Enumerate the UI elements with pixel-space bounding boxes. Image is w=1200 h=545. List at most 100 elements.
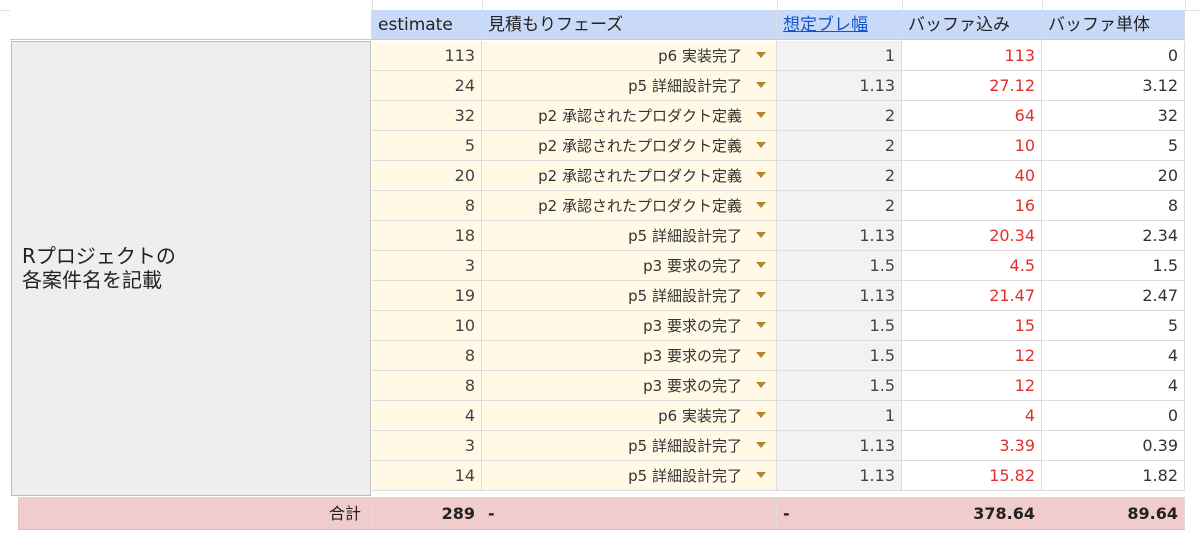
estimate-cell[interactable]: 14 — [372, 461, 482, 491]
buffer-only-cell[interactable]: 1.82 — [1042, 461, 1185, 491]
header-estimate[interactable]: estimate — [372, 10, 482, 40]
dropdown-arrow-icon[interactable] — [756, 51, 766, 58]
header-variance[interactable]: 想定ブレ幅 — [777, 10, 902, 40]
phase-cell[interactable]: p2 承認されたプロダクト定義 — [482, 101, 777, 131]
estimate-cell[interactable]: 24 — [372, 71, 482, 101]
buffered-cell[interactable]: 27.12 — [902, 71, 1042, 101]
variance-cell[interactable]: 1.13 — [777, 461, 902, 491]
estimate-cell[interactable]: 32 — [372, 101, 482, 131]
variance-cell[interactable]: 2 — [777, 131, 902, 161]
phase-cell[interactable]: p5 詳細設計完了 — [482, 431, 777, 461]
estimate-cell[interactable]: 5 — [372, 131, 482, 161]
buffer-only-cell[interactable]: 0.39 — [1042, 431, 1185, 461]
variance-cell[interactable]: 1.5 — [777, 311, 902, 341]
header-blank-cell[interactable] — [10, 10, 372, 40]
dropdown-arrow-icon[interactable] — [756, 171, 766, 178]
estimate-cell[interactable]: 4 — [372, 401, 482, 431]
total-phase[interactable]: - — [482, 497, 777, 530]
total-estimate[interactable]: 289 — [372, 497, 482, 530]
phase-cell[interactable]: p3 要求の完了 — [482, 311, 777, 341]
dropdown-arrow-icon[interactable] — [756, 231, 766, 238]
buffer-only-cell[interactable]: 3.12 — [1042, 71, 1185, 101]
buffered-cell[interactable]: 64 — [902, 101, 1042, 131]
variance-link[interactable]: 想定ブレ幅 — [783, 15, 868, 35]
buffer-only-cell[interactable]: 2.47 — [1042, 281, 1185, 311]
buffered-cell[interactable]: 10 — [902, 131, 1042, 161]
dropdown-arrow-icon[interactable] — [756, 351, 766, 358]
phase-cell[interactable]: p5 詳細設計完了 — [482, 281, 777, 311]
dropdown-arrow-icon[interactable] — [756, 321, 766, 328]
variance-cell[interactable]: 1.13 — [777, 281, 902, 311]
estimate-cell[interactable]: 10 — [372, 311, 482, 341]
phase-cell[interactable]: p3 要求の完了 — [482, 371, 777, 401]
buffered-cell[interactable]: 15.82 — [902, 461, 1042, 491]
buffer-only-cell[interactable]: 2.34 — [1042, 221, 1185, 251]
dropdown-arrow-icon[interactable] — [756, 411, 766, 418]
buffered-cell[interactable]: 20.34 — [902, 221, 1042, 251]
phase-cell[interactable]: p2 承認されたプロダクト定義 — [482, 161, 777, 191]
total-label[interactable]: 合計 — [18, 497, 372, 530]
buffered-cell[interactable]: 113 — [902, 41, 1042, 71]
phase-cell[interactable]: p5 詳細設計完了 — [482, 461, 777, 491]
estimate-cell[interactable]: 8 — [372, 191, 482, 221]
buffered-cell[interactable]: 12 — [902, 341, 1042, 371]
buffer-only-cell[interactable]: 0 — [1042, 401, 1185, 431]
variance-cell[interactable]: 2 — [777, 101, 902, 131]
header-buffered[interactable]: バッファ込み — [902, 10, 1042, 40]
phase-cell[interactable]: p3 要求の完了 — [482, 251, 777, 281]
variance-cell[interactable]: 1.13 — [777, 431, 902, 461]
buffer-only-cell[interactable]: 1.5 — [1042, 251, 1185, 281]
buffer-only-cell[interactable]: 5 — [1042, 131, 1185, 161]
buffered-cell[interactable]: 21.47 — [902, 281, 1042, 311]
estimate-cell[interactable]: 8 — [372, 341, 482, 371]
phase-cell[interactable]: p6 実装完了 — [482, 41, 777, 71]
dropdown-arrow-icon[interactable] — [756, 111, 766, 118]
dropdown-arrow-icon[interactable] — [756, 201, 766, 208]
buffer-only-cell[interactable]: 32 — [1042, 101, 1185, 131]
phase-cell[interactable]: p5 詳細設計完了 — [482, 71, 777, 101]
merged-project-cell[interactable]: Rプロジェクトの 各案件名を記載 — [11, 41, 371, 496]
estimate-cell[interactable]: 8 — [372, 371, 482, 401]
buffered-cell[interactable]: 40 — [902, 161, 1042, 191]
buffered-cell[interactable]: 16 — [902, 191, 1042, 221]
estimate-cell[interactable]: 19 — [372, 281, 482, 311]
variance-cell[interactable]: 1.13 — [777, 71, 902, 101]
variance-cell[interactable]: 1 — [777, 401, 902, 431]
variance-cell[interactable]: 1 — [777, 41, 902, 71]
total-buffer-only[interactable]: 89.64 — [1042, 497, 1185, 530]
phase-cell[interactable]: p3 要求の完了 — [482, 341, 777, 371]
phase-cell[interactable]: p6 実装完了 — [482, 401, 777, 431]
buffered-cell[interactable]: 12 — [902, 371, 1042, 401]
dropdown-arrow-icon[interactable] — [756, 141, 766, 148]
header-phase[interactable]: 見積もりフェーズ — [482, 10, 777, 40]
estimate-cell[interactable]: 18 — [372, 221, 482, 251]
total-variance[interactable]: - — [777, 497, 902, 530]
buffered-cell[interactable]: 4.5 — [902, 251, 1042, 281]
header-buffer-only[interactable]: バッファ単体 — [1042, 10, 1185, 40]
phase-cell[interactable]: p2 承認されたプロダクト定義 — [482, 131, 777, 161]
dropdown-arrow-icon[interactable] — [756, 291, 766, 298]
variance-cell[interactable]: 2 — [777, 191, 902, 221]
buffer-only-cell[interactable]: 20 — [1042, 161, 1185, 191]
buffer-only-cell[interactable]: 4 — [1042, 341, 1185, 371]
dropdown-arrow-icon[interactable] — [756, 471, 766, 478]
estimate-cell[interactable]: 20 — [372, 161, 482, 191]
estimate-cell[interactable]: 3 — [372, 251, 482, 281]
dropdown-arrow-icon[interactable] — [756, 261, 766, 268]
variance-cell[interactable]: 1.5 — [777, 371, 902, 401]
estimate-cell[interactable]: 113 — [372, 41, 482, 71]
phase-cell[interactable]: p5 詳細設計完了 — [482, 221, 777, 251]
variance-cell[interactable]: 1.13 — [777, 221, 902, 251]
estimate-cell[interactable]: 3 — [372, 431, 482, 461]
variance-cell[interactable]: 1.5 — [777, 251, 902, 281]
buffered-cell[interactable]: 3.39 — [902, 431, 1042, 461]
variance-cell[interactable]: 2 — [777, 161, 902, 191]
dropdown-arrow-icon[interactable] — [756, 81, 766, 88]
buffer-only-cell[interactable]: 8 — [1042, 191, 1185, 221]
buffer-only-cell[interactable]: 5 — [1042, 311, 1185, 341]
dropdown-arrow-icon[interactable] — [756, 441, 766, 448]
total-buffered[interactable]: 378.64 — [902, 497, 1042, 530]
phase-cell[interactable]: p2 承認されたプロダクト定義 — [482, 191, 777, 221]
buffered-cell[interactable]: 4 — [902, 401, 1042, 431]
dropdown-arrow-icon[interactable] — [756, 381, 766, 388]
